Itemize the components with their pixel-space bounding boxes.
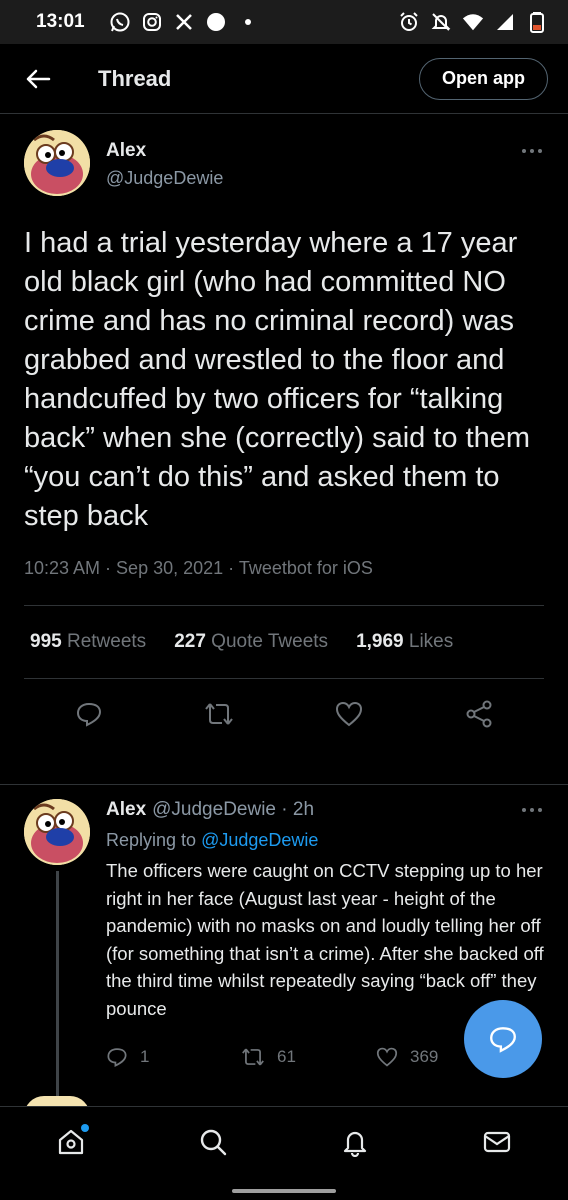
home-icon [58, 1129, 84, 1155]
page-title: Thread [98, 65, 172, 91]
status-time: 13:01 [36, 11, 85, 32]
reply-author-name[interactable]: Alex [106, 799, 146, 821]
more-options-icon[interactable] [520, 801, 544, 819]
bell-icon [343, 1131, 367, 1157]
heart-icon [335, 701, 363, 727]
thread-line [55, 871, 59, 1101]
search-icon [200, 1129, 227, 1156]
quote-tweets-stat[interactable]: 227 Quote Tweets [174, 631, 328, 653]
dot-icon [237, 11, 259, 33]
nav-search[interactable] [191, 1120, 235, 1164]
tweet-author-row: Alex @JudgeDewie [24, 114, 544, 204]
retweet-icon [242, 1048, 264, 1066]
notifications-off-icon [430, 11, 452, 33]
compose-reply-button[interactable] [464, 1000, 542, 1078]
back-button[interactable] [20, 61, 56, 97]
more-options-icon[interactable] [520, 142, 544, 160]
avatar[interactable] [24, 799, 90, 865]
x-icon [173, 11, 195, 33]
nav-home[interactable] [49, 1120, 93, 1164]
like-count: 369 [410, 1047, 439, 1066]
battery-icon [526, 11, 548, 33]
retweet-count: 61 [277, 1047, 296, 1066]
open-app-button[interactable]: Open app [418, 57, 548, 100]
wifi-icon [462, 11, 484, 33]
retweets-stat[interactable]: 995 Retweets [30, 631, 146, 653]
reply-author-handle[interactable]: @JudgeDewie · 2h [152, 799, 314, 821]
instagram-icon [141, 11, 163, 33]
author-name[interactable]: Alex [106, 140, 223, 162]
main-tweet: Alex @JudgeDewie I had a trial yesterday… [0, 114, 568, 749]
bottom-navigation [0, 1106, 568, 1200]
status-bar: 13:01 [0, 0, 568, 44]
heart-icon [376, 1047, 398, 1067]
gesture-home-indicator[interactable] [232, 1189, 336, 1193]
whatsapp-icon [109, 11, 131, 33]
tweet-stats: 995 Retweets 227 Quote Tweets 1,969 Like… [24, 606, 544, 678]
replying-to-mention[interactable]: @JudgeDewie [201, 830, 318, 850]
notification-dot [81, 1124, 89, 1132]
chat-bubble-icon [490, 1027, 516, 1053]
reply-reply-button[interactable]: 1 [106, 1046, 241, 1068]
reply-retweet-button[interactable]: 61 [241, 1046, 376, 1068]
thread-header: Thread Open app [0, 44, 568, 114]
retweet-icon [205, 703, 233, 725]
retweet-button[interactable] [199, 694, 239, 734]
like-button[interactable] [329, 694, 369, 734]
tweet-text: I had a trial yesterday where a 17 year … [24, 227, 531, 532]
nav-notifications[interactable] [333, 1120, 377, 1164]
tweet-actions [24, 679, 544, 749]
reply-button[interactable] [69, 694, 109, 734]
signal-icon [494, 11, 516, 33]
arrow-left-icon [26, 69, 51, 88]
replying-to: Replying to @JudgeDewie [106, 830, 319, 850]
reply-count: 1 [140, 1047, 150, 1066]
author-handle[interactable]: @JudgeDewie [106, 168, 223, 189]
share-button[interactable] [459, 694, 499, 734]
avatar[interactable] [24, 130, 90, 196]
circle-notification-icon [205, 11, 227, 33]
reply-icon [107, 1048, 127, 1068]
share-icon [466, 700, 492, 728]
tweet-timestamp[interactable]: 10:23 AM · Sep 30, 2021 · Tweetbot for i… [24, 558, 544, 579]
nav-messages[interactable] [475, 1120, 519, 1164]
mail-icon [483, 1131, 511, 1153]
likes-stat[interactable]: 1,969 Likes [356, 631, 453, 653]
reply-icon [76, 702, 102, 727]
reply-text: The officers were caught on CCTV steppin… [106, 860, 544, 1019]
alarm-icon [398, 11, 420, 33]
